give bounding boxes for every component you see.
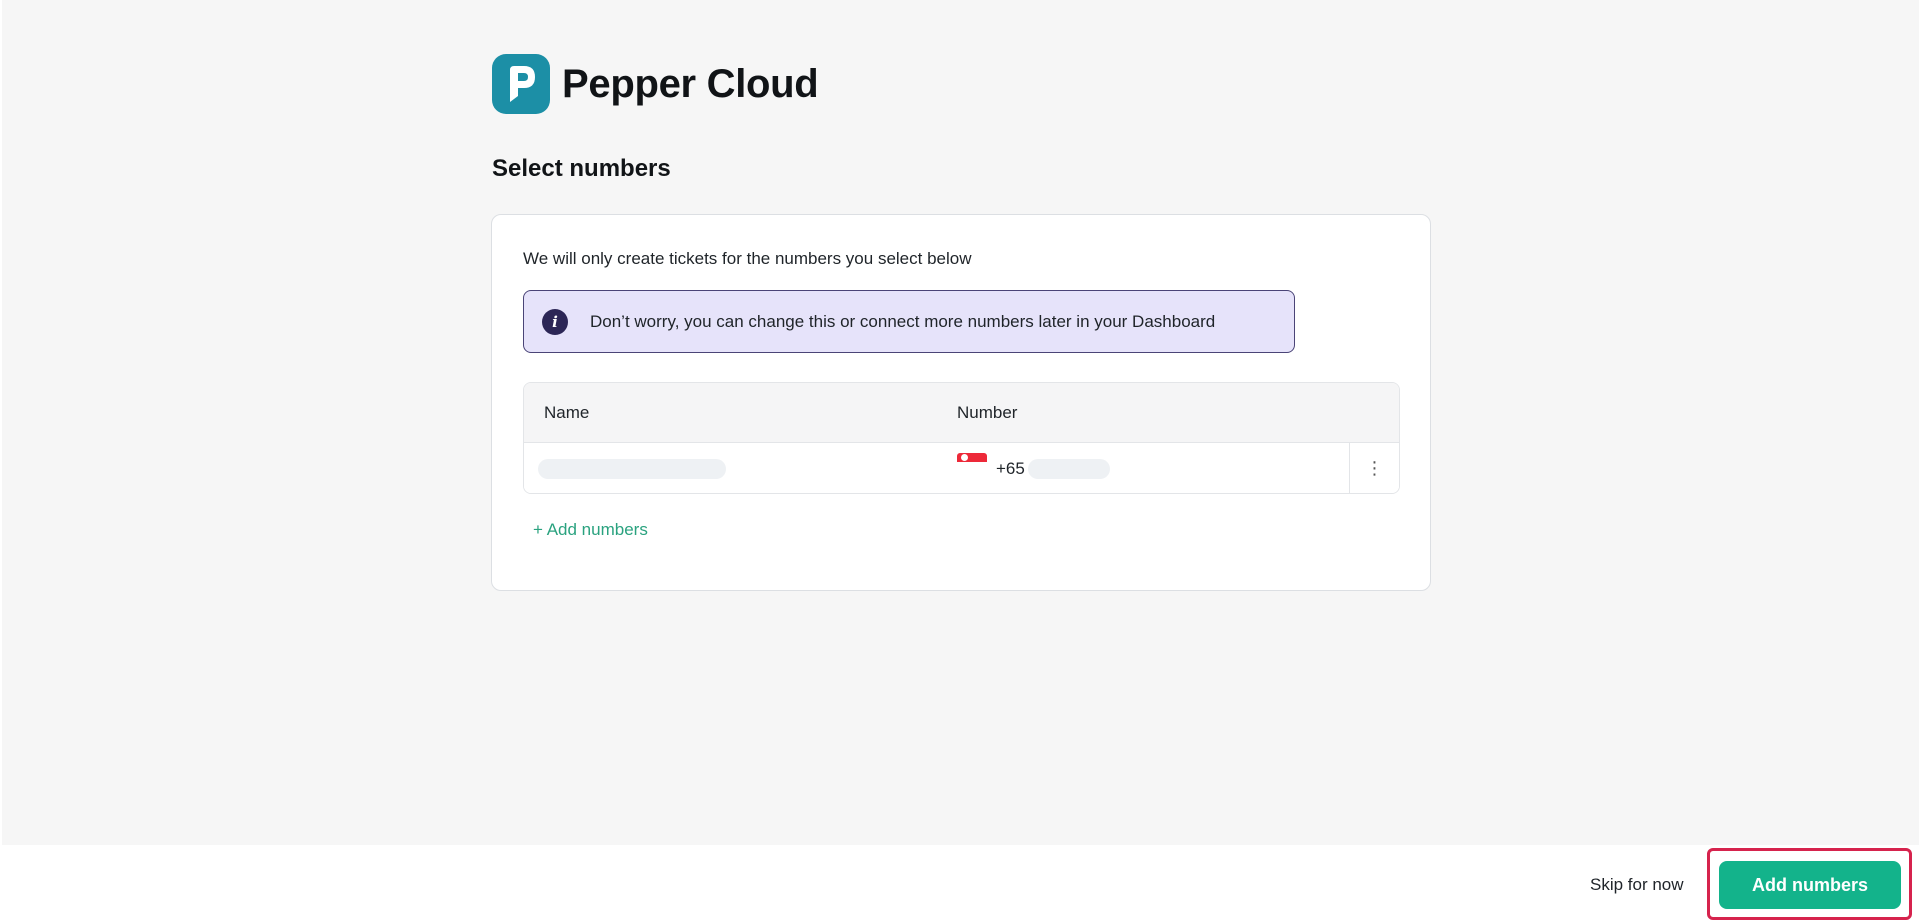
info-icon: i — [542, 308, 568, 335]
add-numbers-button[interactable]: Add numbers — [1719, 861, 1901, 909]
numbers-table: Name Number +65 ⋮ — [523, 382, 1400, 494]
singapore-flag-icon — [957, 453, 987, 471]
info-banner: i Don’t worry, you can change this or co… — [523, 290, 1295, 353]
column-header-number: Number — [957, 402, 1018, 422]
number-placeholder — [1028, 459, 1110, 479]
table-header: Name Number — [524, 383, 1399, 443]
numbers-card: We will only create tickets for the numb… — [491, 214, 1431, 591]
table-row[interactable]: +65 ⋮ — [524, 443, 1399, 493]
page-title: Select numbers — [492, 155, 671, 182]
more-vertical-icon[interactable]: ⋮ — [1349, 443, 1399, 493]
brand: Pepper Cloud — [492, 54, 819, 114]
info-banner-text: Don’t worry, you can change this or conn… — [590, 311, 1216, 331]
dial-code: +65 — [996, 459, 1025, 478]
add-numbers-link[interactable]: + Add numbers — [533, 520, 648, 540]
column-header-name: Name — [544, 402, 590, 422]
skip-for-now-button[interactable]: Skip for now — [1590, 875, 1684, 895]
name-placeholder — [538, 459, 726, 479]
highlight-outline: Add numbers — [1707, 848, 1912, 920]
brand-name: Pepper Cloud — [562, 61, 819, 106]
page-background: Pepper Cloud Select numbers We will only… — [2, 0, 1919, 845]
intro-text: We will only create tickets for the numb… — [523, 249, 972, 268]
pepper-cloud-logo-icon — [492, 54, 550, 114]
footer-bar: Skip for now Add numbers — [0, 845, 1919, 922]
